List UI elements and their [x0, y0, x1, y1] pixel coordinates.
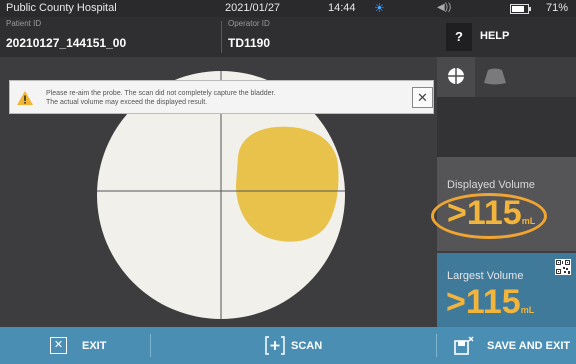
save-exit-icon	[454, 336, 474, 355]
operator-id-label: Operator ID	[228, 19, 270, 28]
volume-icon: ◀))	[437, 2, 452, 13]
save-and-exit-button[interactable]: SAVE AND EXIT	[437, 327, 576, 364]
right-panel-spacer	[437, 97, 576, 157]
displayed-volume-label: Displayed Volume	[447, 179, 536, 191]
battery-icon	[510, 4, 531, 14]
largest-volume-label: Largest Volume	[447, 270, 524, 282]
exit-button[interactable]: ✕ EXIT	[0, 327, 150, 364]
displayed-volume-unit: mL	[521, 216, 536, 226]
alert-close-button[interactable]: ✕	[412, 87, 433, 108]
tab-crosshair-view[interactable]	[437, 57, 475, 97]
help-icon: ?	[446, 23, 472, 51]
status-time: 14:44	[328, 2, 356, 14]
battery-percent: 71%	[546, 2, 569, 14]
patient-id-value: 20210127_144151_00	[6, 36, 127, 50]
qr-code-icon	[555, 259, 571, 275]
status-date: 2021/01/27	[225, 2, 281, 14]
header-divider	[221, 21, 222, 53]
displayed-volume-value: >115mL	[447, 194, 535, 233]
patient-header: Patient ID 20210127_144151_00 Operator I…	[0, 17, 576, 57]
brightness-icon: ☀	[374, 1, 385, 15]
exit-label: EXIT	[82, 340, 107, 352]
patient-id-field: Patient ID 20210127_144151_00	[6, 17, 216, 57]
largest-volume-panel[interactable]: Largest Volume >115mL	[437, 253, 576, 327]
save-and-exit-label: SAVE AND EXIT	[487, 340, 571, 352]
operator-id-value: TD1190	[228, 36, 271, 50]
rescan-alert: Please re-aim the probe. The scan did no…	[9, 80, 434, 114]
alert-line-1: Please re-aim the probe. The scan did no…	[46, 90, 276, 97]
patient-id-label: Patient ID	[6, 19, 42, 28]
close-icon: ✕	[50, 337, 67, 354]
alert-message: Please re-aim the probe. The scan did no…	[46, 89, 275, 107]
tab-ultrasound-view[interactable]	[475, 57, 515, 97]
scan-label: SCAN	[291, 340, 323, 352]
ultrasound-view-icon	[484, 68, 506, 85]
operator-id-field: Operator ID TD1190	[228, 17, 428, 57]
action-bar: ✕ EXIT SCAN SAVE AND EXIT	[0, 327, 576, 364]
facility-name: Public County Hospital	[6, 2, 117, 14]
help-button[interactable]: ? HELP	[446, 23, 576, 51]
largest-volume-unit: mL	[520, 305, 535, 315]
bladder-shape	[236, 126, 339, 242]
view-tabs	[437, 57, 576, 97]
displayed-volume-number: >115	[447, 194, 522, 232]
largest-volume-number: >115	[446, 283, 521, 321]
alert-line-2: The actual volume may exceed the display…	[46, 99, 208, 106]
scan-button[interactable]: SCAN	[151, 327, 436, 364]
displayed-volume-panel: Displayed Volume >115mL	[431, 157, 576, 251]
help-label: HELP	[480, 30, 510, 42]
scan-plus-icon	[265, 336, 285, 355]
crosshair-view-icon	[448, 68, 464, 84]
warning-icon	[17, 91, 33, 105]
status-bar: Public County Hospital 2021/01/27 14:44 …	[0, 0, 576, 17]
largest-volume-value: >115mL	[446, 283, 534, 322]
